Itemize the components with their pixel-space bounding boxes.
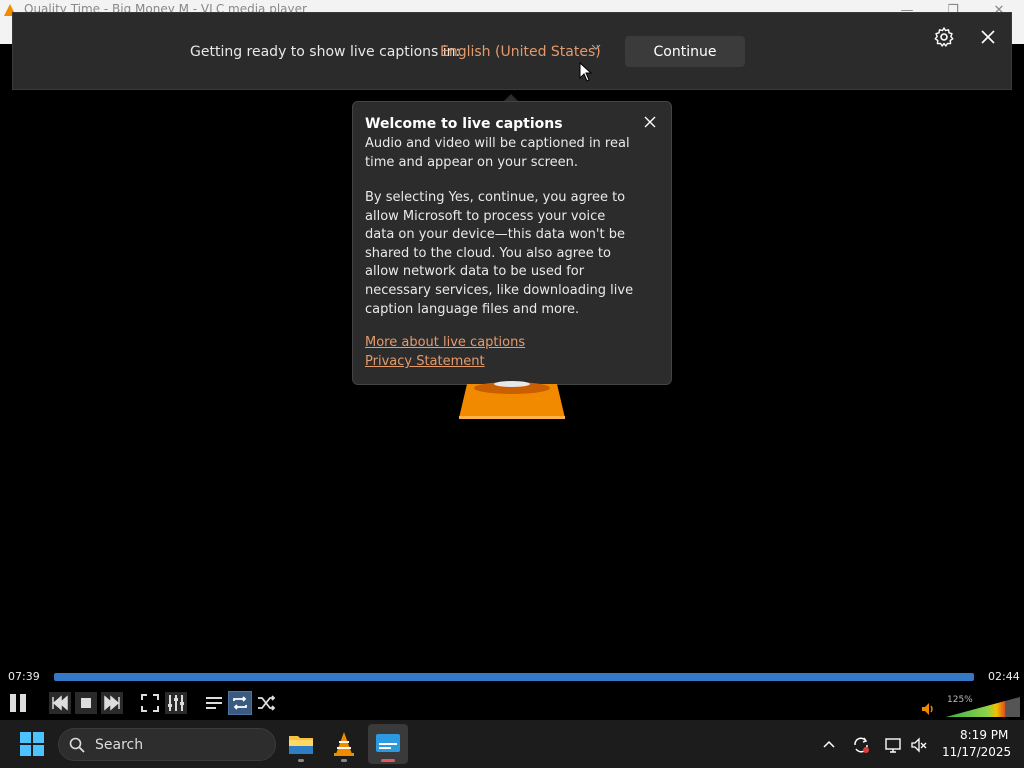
fullscreen-button[interactable] xyxy=(138,691,162,715)
extended-settings-button[interactable] xyxy=(164,691,188,715)
elapsed-time: 07:39 xyxy=(8,670,40,683)
seek-slider[interactable] xyxy=(54,673,974,681)
app-indicator xyxy=(298,759,304,762)
welcome-title: Welcome to live captions xyxy=(365,116,563,132)
loop-button[interactable] xyxy=(227,690,253,716)
clock-time[interactable]: 8:19 PM xyxy=(960,728,1008,742)
app-indicator xyxy=(341,759,347,762)
vlc-cone-icon xyxy=(457,380,567,420)
live-captions-bar: Getting ready to show live captions in: … xyxy=(12,12,1012,90)
privacy-statement-link[interactable]: Privacy Statement xyxy=(365,354,485,369)
chevron-down-icon[interactable] xyxy=(591,42,601,55)
remaining-time: 02:44 xyxy=(988,670,1020,683)
welcome-paragraph-2: By selecting Yes, continue, you agree to… xyxy=(365,190,634,317)
welcome-flyout: Welcome to live captions Audio and video… xyxy=(352,101,672,385)
stop-button[interactable] xyxy=(74,691,98,715)
playback-controls xyxy=(0,688,1024,720)
volume-muted-icon[interactable] xyxy=(910,736,928,754)
clock-date[interactable]: 11/17/2025 xyxy=(942,745,1011,759)
windows-start-icon[interactable] xyxy=(20,732,44,756)
search-icon xyxy=(69,737,85,753)
taskbar: Search 8:19 PM 11/17/2025 xyxy=(0,720,1024,768)
network-icon[interactable] xyxy=(884,736,902,754)
continue-button[interactable]: Continue xyxy=(625,36,745,67)
close-icon[interactable] xyxy=(977,26,999,48)
speaker-icon[interactable] xyxy=(920,700,938,718)
next-button[interactable] xyxy=(100,691,124,715)
previous-button[interactable] xyxy=(48,691,72,715)
vlc-taskbar-icon[interactable] xyxy=(324,724,364,764)
shuffle-button[interactable] xyxy=(254,691,278,715)
search-placeholder: Search xyxy=(95,737,144,753)
app-indicator xyxy=(381,759,395,762)
screen: Quality Time - Big Money M - VLC media p… xyxy=(0,0,1024,768)
sync-icon[interactable] xyxy=(852,736,870,754)
live-captions-prompt: Getting ready to show live captions in: xyxy=(190,44,461,60)
pause-button[interactable] xyxy=(6,691,30,715)
live-captions-taskbar-icon[interactable] xyxy=(368,724,408,764)
flyout-close-icon[interactable] xyxy=(642,114,658,130)
taskbar-search[interactable]: Search xyxy=(58,728,276,761)
mouse-cursor-icon xyxy=(579,61,593,82)
file-explorer-icon[interactable] xyxy=(281,724,321,764)
language-selector[interactable]: English (United States) xyxy=(440,44,601,60)
more-about-link[interactable]: More about live captions xyxy=(365,335,525,350)
volume-label: 125% xyxy=(947,695,973,705)
welcome-paragraph-1: Audio and video will be captioned in rea… xyxy=(365,136,630,170)
playlist-button[interactable] xyxy=(202,691,226,715)
chevron-up-icon[interactable] xyxy=(820,736,838,754)
gear-icon[interactable] xyxy=(933,26,955,48)
